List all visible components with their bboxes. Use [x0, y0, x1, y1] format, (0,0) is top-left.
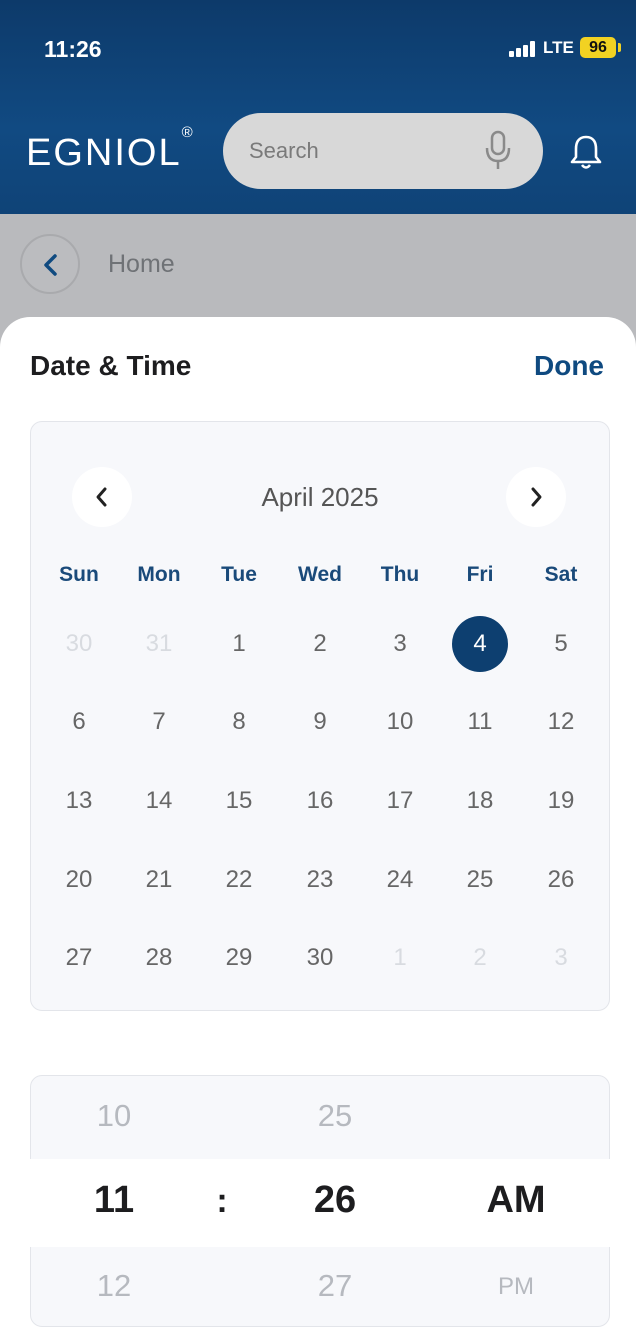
period-selected[interactable]: AM [456, 1179, 576, 1222]
calendar-day[interactable]: 6 [51, 694, 107, 750]
calendar-day[interactable]: 24 [372, 852, 428, 908]
calendar-day[interactable]: 30 [292, 930, 348, 986]
calendar-day[interactable]: 14 [131, 773, 187, 829]
search-input[interactable] [249, 133, 469, 169]
sheet-title: Date & Time [30, 350, 192, 381]
calendar-day[interactable]: 7 [131, 694, 187, 750]
calendar-day[interactable]: 3 [372, 616, 428, 672]
calendar-day[interactable]: 8 [211, 694, 267, 750]
chevron-left-icon [44, 254, 57, 276]
calendar-day[interactable]: 15 [211, 773, 267, 829]
month-label: April 2025 [261, 482, 379, 512]
battery-icon: 96 [580, 37, 621, 58]
calendar-day[interactable]: 18 [452, 773, 508, 829]
chevron-right-icon [531, 487, 542, 507]
next-month-button[interactable] [506, 467, 566, 527]
done-button[interactable]: Done [534, 350, 604, 382]
weekday-label: Sat [544, 563, 578, 586]
status-bar: 11:26 LTE 96 [0, 0, 636, 92]
status-time: 11:26 [44, 36, 102, 62]
time-separator: : [216, 1182, 228, 1220]
calendar-day-outside: 3 [554, 944, 568, 971]
minute-option[interactable]: 25 [275, 1098, 395, 1134]
minute-selected[interactable]: 26 [275, 1179, 395, 1222]
weekday-label: Fri [466, 563, 494, 586]
weekday-label: Wed [298, 563, 342, 586]
minute-option[interactable]: 27 [275, 1268, 395, 1304]
back-button[interactable] [20, 234, 80, 294]
chevron-left-icon [96, 487, 107, 507]
calendar-day[interactable]: 12 [533, 694, 589, 750]
calendar-day[interactable]: 19 [533, 773, 589, 829]
weekday-label: Tue [221, 563, 257, 586]
calendar-day[interactable]: 13 [51, 773, 107, 829]
calendar-day-outside: 31 [145, 630, 173, 657]
calendar-day-selected[interactable]: 4 [452, 616, 508, 672]
hour-option[interactable]: 12 [54, 1268, 174, 1304]
calendar-day[interactable]: 2 [292, 616, 348, 672]
period-option[interactable]: PM [456, 1273, 576, 1301]
calendar-day[interactable]: 1 [211, 616, 267, 672]
previous-month-button[interactable] [72, 467, 132, 527]
calendar-day[interactable]: 10 [372, 694, 428, 750]
calendar-day[interactable]: 21 [131, 852, 187, 908]
calendar-day-outside: 2 [473, 944, 487, 971]
calendar-day[interactable]: 22 [211, 852, 267, 908]
weekday-label: Sun [59, 563, 99, 586]
calendar-day[interactable]: 25 [452, 852, 508, 908]
calendar-day[interactable]: 23 [292, 852, 348, 908]
microphone-icon[interactable] [484, 129, 512, 173]
hour-option[interactable]: 10 [54, 1098, 174, 1134]
calendar-day[interactable]: 16 [292, 773, 348, 829]
hour-selected[interactable]: 11 [54, 1179, 174, 1222]
calendar-day[interactable]: 29 [211, 930, 267, 986]
nav-bar [0, 214, 636, 324]
calendar-day[interactable]: 11 [452, 694, 508, 750]
calendar-day[interactable]: 5 [533, 616, 589, 672]
calendar-day[interactable]: 9 [292, 694, 348, 750]
weekday-label: Mon [137, 563, 181, 586]
calendar-day[interactable]: 17 [372, 773, 428, 829]
calendar-day[interactable]: 28 [131, 930, 187, 986]
brand-logo[interactable]: EGNIOL® [26, 124, 193, 175]
weekday-label: Thu [380, 563, 420, 586]
network-label: LTE [543, 38, 574, 57]
calendar-day-outside: 30 [65, 630, 93, 657]
calendar-day-outside: 1 [393, 944, 407, 971]
signal-icon [509, 41, 537, 57]
calendar-day[interactable]: 20 [51, 852, 107, 908]
breadcrumb[interactable]: Home [108, 250, 175, 279]
bell-icon[interactable] [568, 132, 604, 172]
calendar-day[interactable]: 26 [533, 852, 589, 908]
calendar-day[interactable]: 27 [51, 930, 107, 986]
